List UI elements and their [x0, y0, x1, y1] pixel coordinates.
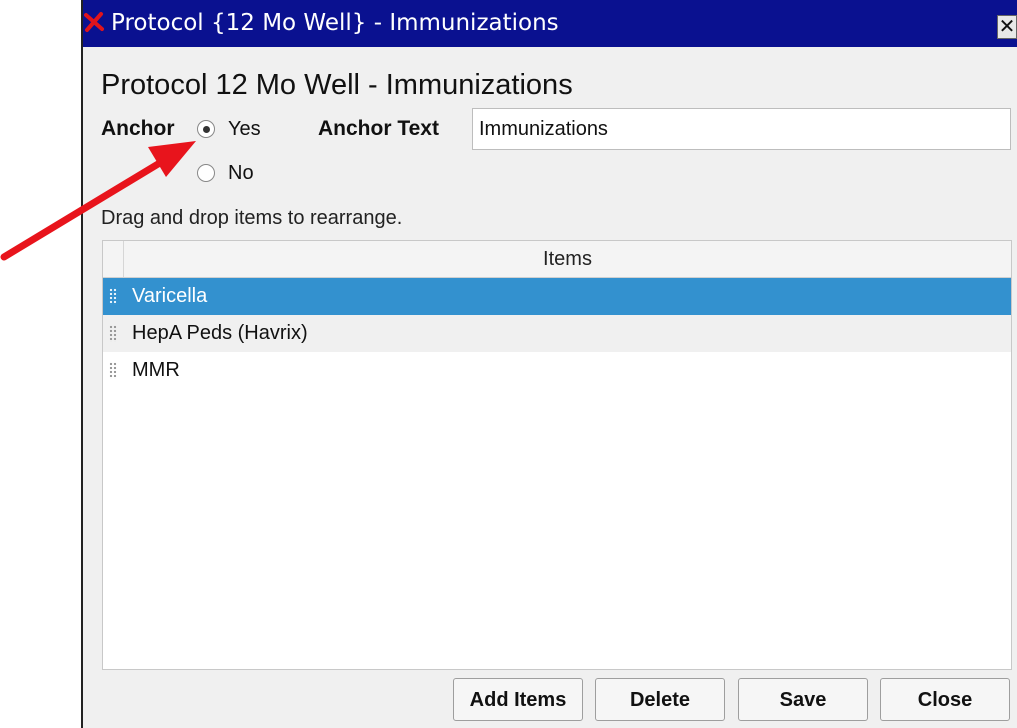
items-column-header[interactable]: Items: [124, 241, 1011, 277]
list-item-varicella[interactable]: Varicella: [103, 278, 1011, 315]
items-list[interactable]: Items Varicella HepA Peds (Havrix) MMR: [102, 240, 1012, 670]
anchor-text-label: Anchor Text: [318, 117, 439, 140]
list-item-label: HepA Peds (Havrix): [132, 322, 308, 344]
drag-handle-icon[interactable]: [109, 325, 117, 342]
list-item-hepa-peds[interactable]: HepA Peds (Havrix): [103, 315, 1011, 352]
list-item-label: Varicella: [132, 285, 208, 307]
list-item-label: MMR: [132, 359, 180, 381]
drag-handle-icon[interactable]: [109, 362, 117, 379]
close-window-icon[interactable]: ✕: [997, 15, 1017, 39]
drag-handle-icon[interactable]: [109, 288, 117, 305]
grip-column-header: [103, 241, 124, 277]
page-title: Protocol 12 Mo Well - Immunizations: [101, 69, 573, 101]
list-item-mmr[interactable]: MMR: [103, 352, 1011, 389]
anchor-yes-radio[interactable]: [197, 120, 215, 138]
dialog-content: Protocol 12 Mo Well - Immunizations Anch…: [83, 47, 1017, 728]
window-title: Protocol {12 Mo Well} - Immunizations: [111, 10, 559, 36]
list-header: Items: [103, 241, 1011, 278]
delete-button[interactable]: Delete: [595, 678, 725, 721]
title-bar[interactable]: Protocol {12 Mo Well} - Immunizations ✕: [83, 0, 1017, 47]
anchor-label: Anchor: [101, 117, 175, 140]
save-button[interactable]: Save: [738, 678, 868, 721]
add-items-button[interactable]: Add Items: [453, 678, 583, 721]
drag-hint: Drag and drop items to rearrange.: [101, 207, 403, 229]
radio-selected-dot: [203, 126, 210, 133]
red-x-icon: [84, 12, 104, 32]
anchor-text-input[interactable]: [472, 108, 1011, 150]
anchor-no-label[interactable]: No: [228, 160, 254, 186]
close-button[interactable]: Close: [880, 678, 1010, 721]
anchor-yes-label[interactable]: Yes: [228, 116, 261, 142]
protocol-dialog: Protocol {12 Mo Well} - Immunizations ✕ …: [81, 0, 1017, 728]
screenshot: Protocol {12 Mo Well} - Immunizations ✕ …: [0, 0, 1017, 728]
anchor-no-radio[interactable]: [197, 164, 215, 182]
